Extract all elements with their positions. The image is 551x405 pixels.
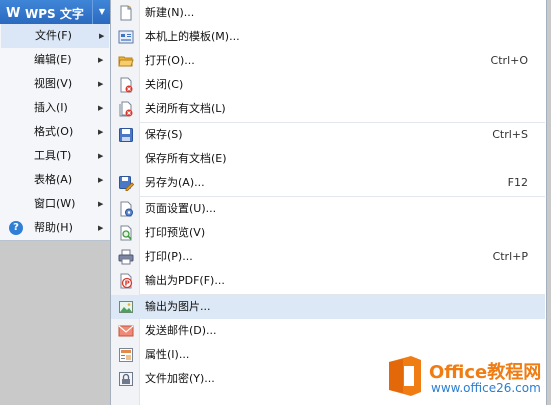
menu-item-print[interactable]: 打印(P)... Ctrl+P (111, 245, 545, 269)
menu-item-tools[interactable]: 工具(T) ▶ (0, 144, 110, 168)
menu-item-insert[interactable]: 插入(I) ▶ (0, 96, 110, 120)
menu-item-close[interactable]: 关闭(C) (111, 73, 545, 97)
printer-icon (118, 249, 134, 265)
chevron-right-icon: ▶ (98, 200, 104, 208)
chevron-right-icon: ▶ (98, 128, 104, 136)
help-icon: ? (9, 221, 23, 235)
file-submenu: 新建(N)... 本机上的模板(M)... 打开(O)... Ctrl+O 关闭… (110, 0, 547, 405)
menu-item-view[interactable]: 视图(V) ▶ (0, 72, 110, 96)
chevron-right-icon: ▶ (99, 32, 105, 40)
save-as-icon (119, 176, 134, 191)
svg-text:W: W (6, 6, 20, 20)
svg-text:P: P (125, 280, 130, 288)
pdf-icon: P (120, 273, 133, 289)
menu-item-table[interactable]: 表格(A) ▶ (0, 168, 110, 192)
app-title: WPS 文字 (25, 7, 84, 21)
menu-item-save[interactable]: 保存(S) Ctrl+S (111, 123, 545, 147)
menu-item-format[interactable]: 格式(O) ▶ (0, 120, 110, 144)
app-menu-button[interactable]: W WPS 文字 ▼ (0, 0, 111, 25)
menu-item-export-image[interactable]: 输出为图片... (111, 295, 545, 319)
chevron-right-icon: ▶ (98, 152, 104, 160)
chevron-right-icon: ▶ (98, 104, 104, 112)
menu-item-page-setup[interactable]: 页面设置(U)... (111, 197, 545, 221)
menu-item-new[interactable]: 新建(N)... (111, 1, 545, 25)
chevron-right-icon: ▶ (98, 224, 104, 232)
new-document-icon (120, 5, 132, 21)
watermark-url: www.office26.com (431, 381, 541, 395)
wps-logo-icon: W (6, 6, 20, 20)
chevron-right-icon: ▶ (98, 80, 104, 88)
menu-item-close-all[interactable]: 关闭所有文档(L) (111, 97, 545, 121)
menu-item-save-all[interactable]: 保存所有文档(E) (111, 147, 545, 171)
image-export-icon (119, 301, 133, 313)
menu-item-export-pdf[interactable]: P 输出为PDF(F)... (111, 269, 545, 293)
close-document-icon (120, 77, 133, 93)
menu-item-window[interactable]: 窗口(W) ▶ (0, 192, 110, 216)
menu-item-save-as[interactable]: 另存为(A)... F12 (111, 171, 545, 195)
chevron-down-icon[interactable]: ▼ (92, 0, 111, 24)
menu-item-help[interactable]: ? 帮助(H) ▶ (0, 216, 110, 240)
template-icon (118, 30, 134, 44)
open-folder-icon (118, 56, 134, 67)
office-logo-icon (389, 356, 421, 396)
chevron-right-icon: ▶ (98, 56, 104, 64)
encrypt-icon (119, 372, 133, 386)
menu-item-open[interactable]: 打开(O)... Ctrl+O (111, 49, 545, 73)
watermark: Office教程网 www.office26.com (385, 350, 551, 405)
menu-item-send-mail[interactable]: 发送邮件(D)... (111, 319, 545, 343)
close-all-icon (119, 101, 133, 117)
properties-icon (119, 348, 133, 362)
menu-item-print-preview[interactable]: 打印预览(V) (111, 221, 545, 245)
mail-icon (118, 325, 134, 337)
save-icon (119, 128, 133, 142)
main-menu: 文件(F) ▶ 编辑(E) ▶ 视图(V) ▶ 插入(I) ▶ 格式(O) ▶ … (0, 24, 111, 241)
chevron-right-icon: ▶ (98, 176, 104, 184)
menu-item-edit[interactable]: 编辑(E) ▶ (0, 48, 110, 72)
menu-item-file[interactable]: 文件(F) ▶ (1, 24, 109, 48)
menu-item-local-templates[interactable]: 本机上的模板(M)... (111, 25, 545, 49)
print-preview-icon (120, 225, 132, 241)
page-setup-icon (120, 201, 133, 217)
workspace-background (0, 241, 110, 405)
